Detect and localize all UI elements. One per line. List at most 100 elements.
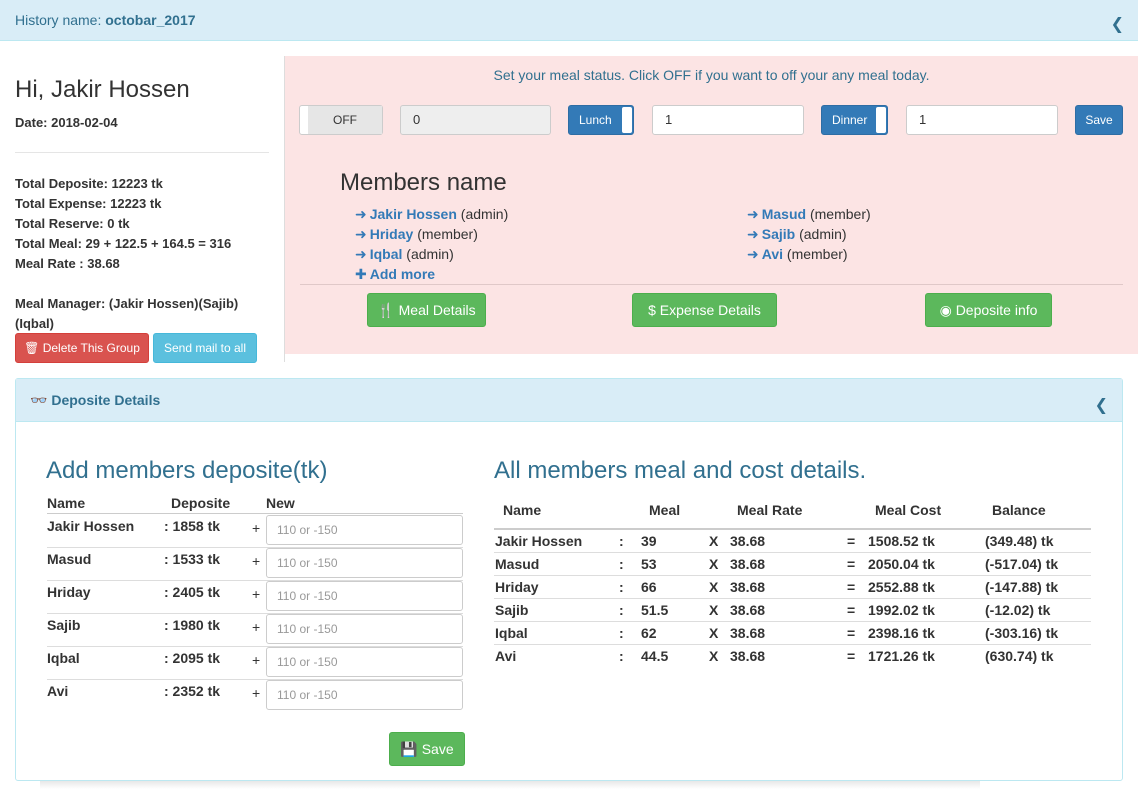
- status-save-button[interactable]: Save: [1075, 105, 1123, 135]
- toggle-knob: [622, 107, 632, 133]
- arrow-right-icon: ➜: [355, 206, 367, 222]
- cost-meal: 62: [641, 625, 657, 641]
- meal-details-button[interactable]: 🍴 Meal Details: [367, 293, 486, 327]
- cost-balance: (-147.88) tk: [985, 579, 1059, 595]
- panel-title: 👓 Deposite Details: [30, 392, 161, 408]
- row-line: [494, 598, 1091, 599]
- cost-meal: 44.5: [641, 648, 669, 664]
- arrow-right-icon: ➜: [355, 246, 367, 262]
- deposite-amount: : 1980 tk: [164, 617, 221, 633]
- delete-group-button[interactable]: 🗑 Delete This Group: [15, 333, 149, 363]
- cost-rate: 38.68: [730, 602, 766, 618]
- cost-rate: 38.68: [730, 579, 766, 595]
- plus-sign: +: [252, 652, 261, 668]
- deposite-name: Masud: [47, 551, 92, 567]
- add-deposite-title: Add members deposite(tk): [46, 457, 328, 484]
- deposite-name: Hriday: [47, 584, 91, 600]
- member-link[interactable]: Avi: [762, 246, 783, 262]
- save-icon: 💾: [400, 741, 418, 757]
- cost-colon: :: [619, 625, 624, 641]
- cost-rate: 38.68: [730, 533, 766, 549]
- cost-amount: 1721.26 tk: [868, 648, 935, 664]
- deposite-info-button[interactable]: ◉ Deposite info: [925, 293, 1052, 327]
- member-item: ➜ Sajib (admin): [747, 226, 847, 242]
- dinner-toggle[interactable]: Dinner: [821, 105, 888, 135]
- member-link[interactable]: Jakir Hossen: [370, 206, 457, 222]
- meal-manager-cont: (Iqbal): [15, 316, 54, 331]
- cost-rate: 38.68: [730, 648, 766, 664]
- total-reserve: Total Reserve: 0 tk: [15, 216, 130, 231]
- cost-colon: :: [619, 648, 624, 664]
- row-line: [494, 644, 1091, 645]
- bottom-shadow: [40, 781, 980, 789]
- cost-eq: =: [847, 579, 856, 595]
- member-link[interactable]: Masud: [762, 206, 806, 222]
- add-more-link[interactable]: ✚ Add more: [355, 266, 435, 283]
- cost-meal: 39: [641, 533, 657, 549]
- lunch-toggle[interactable]: Lunch: [568, 105, 634, 135]
- meal-manager: Meal Manager: (Jakir Hossen)(Sajib): [15, 296, 239, 311]
- history-bar: History name: octobar_2017 ❮: [0, 0, 1138, 41]
- cost-amount: 2552.88 tk: [868, 579, 935, 595]
- deposite-amount: : 1858 tk: [164, 518, 221, 534]
- plus-sign: +: [252, 685, 261, 701]
- cost-header-name: Name: [503, 502, 542, 518]
- cost-x: X: [709, 625, 719, 641]
- off-count-field[interactable]: 0: [400, 105, 551, 135]
- cost-colon: :: [619, 579, 624, 595]
- header-line: [47, 513, 463, 514]
- new-deposite-input[interactable]: 110 or -150: [266, 680, 463, 710]
- col-header-new: New: [266, 495, 295, 511]
- chevron-left-icon[interactable]: ❮: [1111, 14, 1124, 34]
- new-deposite-input[interactable]: 110 or -150: [266, 548, 463, 578]
- deposite-details-panel: 👓 Deposite Details ❮ Add members deposit…: [15, 378, 1123, 781]
- chevron-left-icon[interactable]: ❮: [1095, 395, 1108, 415]
- cost-x: X: [709, 556, 719, 572]
- member-link[interactable]: Sajib: [762, 226, 795, 242]
- arrow-right-icon: ➜: [747, 246, 759, 262]
- cost-x: X: [709, 533, 719, 549]
- cost-x: X: [709, 648, 719, 664]
- trash-icon: 🗑: [24, 341, 40, 355]
- cost-x: X: [709, 579, 719, 595]
- cost-amount: 1508.52 tk: [868, 533, 935, 549]
- cost-details-title: All members meal and cost details.: [494, 457, 867, 484]
- member-item: ➜ Masud (member): [747, 206, 871, 222]
- cost-colon: :: [619, 533, 624, 549]
- new-deposite-input[interactable]: 110 or -150: [266, 515, 463, 545]
- new-deposite-input[interactable]: 110 or -150: [266, 581, 463, 611]
- cost-balance: (-12.02) tk: [985, 602, 1051, 618]
- plus-sign: +: [252, 520, 261, 536]
- new-deposite-input[interactable]: 110 or -150: [266, 647, 463, 677]
- cost-header-meal: Meal: [649, 502, 681, 518]
- total-expense: Total Expense: 12223 tk: [15, 196, 162, 211]
- lunch-count-field[interactable]: 1: [652, 105, 804, 135]
- member-item: ➜ Jakir Hossen (admin): [355, 206, 509, 222]
- cost-x: X: [709, 602, 719, 618]
- off-toggle[interactable]: OFF: [299, 105, 383, 135]
- send-mail-button[interactable]: Send mail to all: [153, 333, 257, 363]
- cost-name: Masud: [495, 556, 540, 572]
- cost-eq: =: [847, 602, 856, 618]
- panel-heading[interactable]: 👓 Deposite Details ❮: [16, 379, 1122, 422]
- header-line: [494, 528, 1091, 530]
- deposite-save-button[interactable]: 💾 Save: [389, 732, 465, 766]
- expense-details-button[interactable]: $ Expense Details: [632, 293, 777, 327]
- new-deposite-input[interactable]: 110 or -150: [266, 614, 463, 644]
- plus-sign: +: [252, 586, 261, 602]
- cost-balance: (630.74) tk: [985, 648, 1054, 664]
- divider: [300, 284, 1123, 285]
- dinner-count-field[interactable]: 1: [906, 105, 1058, 135]
- deposite-name: Avi: [47, 683, 69, 699]
- cost-header-balance: Balance: [992, 502, 1046, 518]
- row-line: [494, 552, 1091, 553]
- cost-colon: :: [619, 602, 624, 618]
- deposite-amount: : 2352 tk: [164, 683, 221, 699]
- deposite-name: Iqbal: [47, 650, 80, 666]
- row-line: [494, 575, 1091, 576]
- member-link[interactable]: Iqbal: [370, 246, 403, 262]
- member-link[interactable]: Hriday: [370, 226, 414, 242]
- plus-sign: +: [252, 553, 261, 569]
- cost-rate: 38.68: [730, 625, 766, 641]
- cost-header-rate: Meal Rate: [737, 502, 803, 518]
